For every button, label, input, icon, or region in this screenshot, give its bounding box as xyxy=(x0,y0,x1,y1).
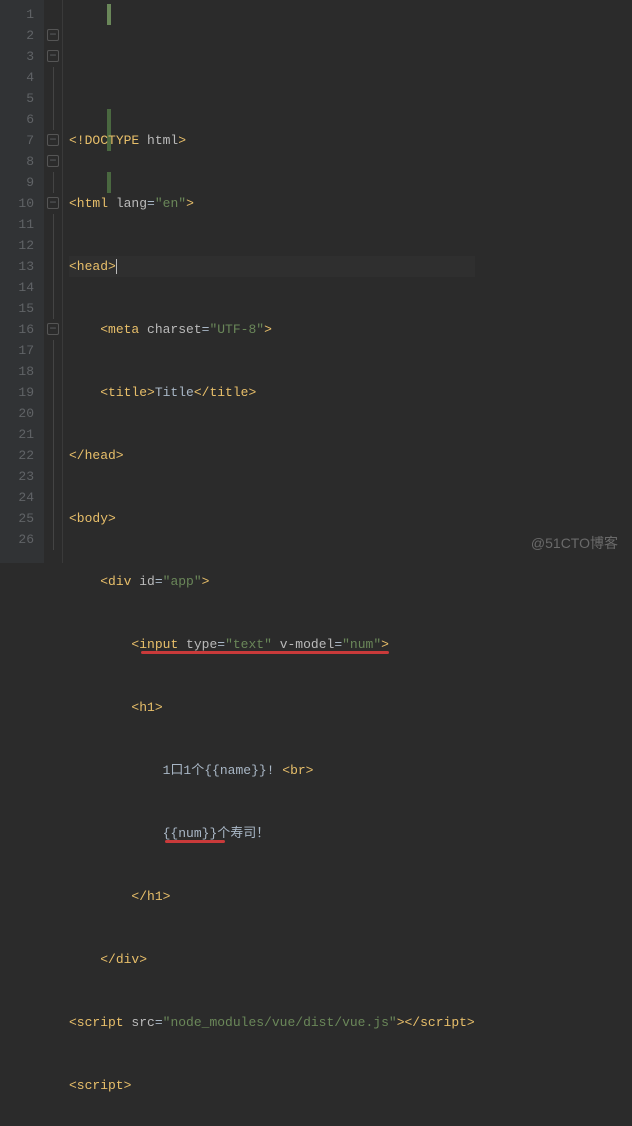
line-number: 22 xyxy=(0,445,34,466)
code-line[interactable]: </head> xyxy=(69,445,475,466)
line-number: 21 xyxy=(0,424,34,445)
code-area[interactable]: <!DOCTYPE html> <html lang="en"> <head> … xyxy=(63,0,475,563)
change-marker xyxy=(107,172,111,193)
fold-toggle-icon[interactable] xyxy=(44,151,62,172)
annotation-underline xyxy=(165,840,225,843)
line-number: 2 xyxy=(0,25,34,46)
code-line[interactable]: <!DOCTYPE html> xyxy=(69,130,475,151)
fold-toggle-icon[interactable] xyxy=(44,130,62,151)
line-number: 19 xyxy=(0,382,34,403)
code-line[interactable]: <script src="node_modules/vue/dist/vue.j… xyxy=(69,1012,475,1033)
annotation-underline xyxy=(141,651,389,654)
line-number: 6 xyxy=(0,109,34,130)
line-number: 10 xyxy=(0,193,34,214)
code-line[interactable]: <meta charset="UTF-8"> xyxy=(69,319,475,340)
code-line[interactable]: <h1> xyxy=(69,697,475,718)
line-number: 4 xyxy=(0,67,34,88)
change-marker xyxy=(107,4,111,25)
code-line[interactable]: 1口1个{{name}}! <br> xyxy=(69,760,475,781)
fold-toggle-icon[interactable] xyxy=(44,193,62,214)
code-line[interactable]: {{num}}个寿司！ xyxy=(69,823,475,844)
watermark: @51CTO博客 xyxy=(531,533,618,553)
line-number: 18 xyxy=(0,361,34,382)
line-number: 23 xyxy=(0,466,34,487)
line-number: 9 xyxy=(0,172,34,193)
code-line[interactable]: <input type="text" v-model="num"> xyxy=(69,634,475,655)
code-editor[interactable]: 1 2 3 4 5 6 7 8 9 10 11 12 13 14 15 16 1… xyxy=(0,0,632,563)
code-line[interactable]: </h1> xyxy=(69,886,475,907)
line-number: 26 xyxy=(0,529,34,550)
code-line[interactable]: <title>Title</title> xyxy=(69,382,475,403)
code-line-active[interactable]: <head> xyxy=(69,256,475,277)
code-line[interactable]: <div id="app"> xyxy=(69,571,475,592)
line-number-gutter: 1 2 3 4 5 6 7 8 9 10 11 12 13 14 15 16 1… xyxy=(0,0,44,563)
line-number: 7 xyxy=(0,130,34,151)
fold-toggle-icon[interactable] xyxy=(44,25,62,46)
code-line[interactable]: <html lang="en"> xyxy=(69,193,475,214)
line-number: 14 xyxy=(0,277,34,298)
code-line[interactable]: </div> xyxy=(69,949,475,970)
line-number: 17 xyxy=(0,340,34,361)
line-number: 15 xyxy=(0,298,34,319)
line-number: 20 xyxy=(0,403,34,424)
line-number: 11 xyxy=(0,214,34,235)
line-number: 1 xyxy=(0,4,34,25)
line-number: 25 xyxy=(0,508,34,529)
fold-gutter xyxy=(44,0,63,563)
line-number: 13 xyxy=(0,256,34,277)
code-line[interactable]: <script> xyxy=(69,1075,475,1096)
fold-toggle-icon[interactable] xyxy=(44,319,62,340)
line-number: 12 xyxy=(0,235,34,256)
line-number: 16 xyxy=(0,319,34,340)
line-number: 5 xyxy=(0,88,34,109)
fold-toggle-icon[interactable] xyxy=(44,46,62,67)
code-line[interactable]: <body> xyxy=(69,508,475,529)
line-number: 3 xyxy=(0,46,34,67)
line-number: 24 xyxy=(0,487,34,508)
line-number: 8 xyxy=(0,151,34,172)
